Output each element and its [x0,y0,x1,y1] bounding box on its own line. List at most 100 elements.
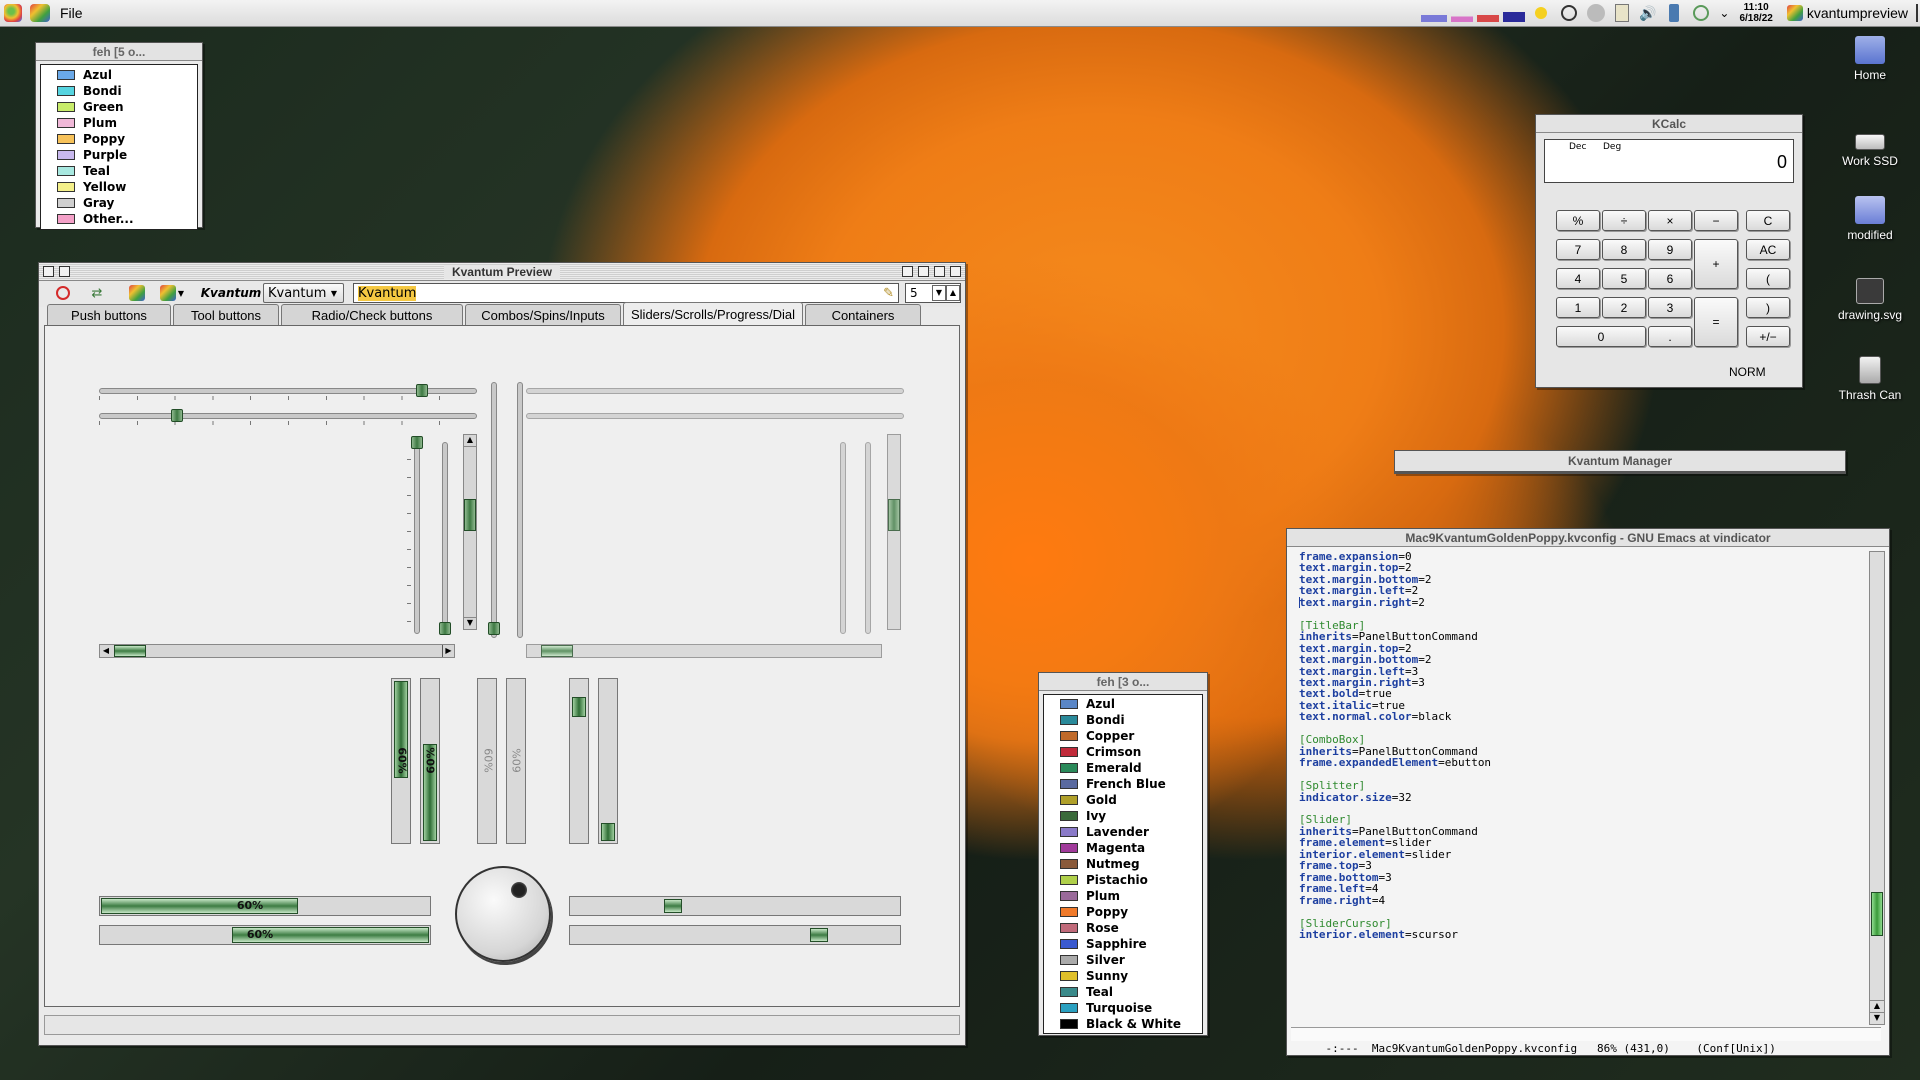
slider-v4-track[interactable] [517,382,523,638]
kvantum-manager-titlebar[interactable]: Kvantum Manager [1395,451,1845,473]
color-item-french-blue[interactable]: French Blue [1044,776,1202,792]
kcalc-key-b0[interactable]: 0 [1556,326,1646,347]
color-item-ivy[interactable]: Ivy [1044,808,1202,824]
color-item-rose[interactable]: Rose [1044,920,1202,936]
scroll-thumb-h-left[interactable] [114,645,146,657]
emacs-scrollbar[interactable]: ▲ ▼ [1869,551,1885,1025]
color-item-plum[interactable]: Plum [41,115,197,131]
kcalc-key-clear[interactable]: C [1746,210,1790,231]
apple-menu-icon[interactable] [4,4,22,22]
kcalc-titlebar[interactable]: KCalc [1536,115,1802,133]
kcalc-key-div[interactable]: ÷ [1602,210,1646,231]
color-item-other[interactable]: Other... [41,211,197,227]
scroll-right-arrow-icon[interactable]: ▶ [442,645,454,657]
color-item-poppy[interactable]: Poppy [41,131,197,147]
slider-v3-track[interactable] [491,382,497,638]
scroll-thumb-v-right[interactable] [888,499,900,531]
spin-box[interactable]: 5 ▼ ▲ [905,283,961,303]
color-item-nutmeg[interactable]: Nutmeg [1044,856,1202,872]
desktop-icon-home[interactable]: Home [1830,36,1910,82]
tab-radio-check-buttons[interactable]: Radio/Check buttons [281,304,463,326]
kcalc-key-b8[interactable]: 8 [1602,239,1646,260]
color-item-azul[interactable]: Azul [1044,696,1202,712]
collapse-box-icon[interactable] [59,266,70,277]
kcalc-key-b2[interactable]: 2 [1602,297,1646,318]
volume-icon[interactable]: 🔊 [1639,5,1659,21]
slider-v3-handle[interactable] [488,622,500,635]
scroll-thumb-h-right[interactable] [541,645,573,657]
chevron-down-icon[interactable]: ⌄ [1719,6,1729,20]
color-item-pistachio[interactable]: Pistachio [1044,872,1202,888]
desktop-icon-drawing[interactable]: drawing.svg [1830,278,1910,322]
kcalc-key-dot[interactable]: . [1648,326,1692,347]
weather-icon[interactable] [1535,7,1548,19]
close-box-icon[interactable] [43,266,54,277]
kcalc-key-b7[interactable]: 7 [1556,239,1600,260]
scroll-thumb-v-left[interactable] [464,499,476,531]
clock[interactable]: 11:10 6/18/22 [1739,2,1772,24]
color-item-crimson[interactable]: Crimson [1044,744,1202,760]
color-item-plum[interactable]: Plum [1044,888,1202,904]
color-item-green[interactable]: Green [41,99,197,115]
slider-v8-handle[interactable] [601,823,615,841]
slider-h6-handle[interactable] [810,928,828,942]
feh-large-titlebar[interactable]: feh [3 o... [1039,673,1207,691]
slider-h5-handle[interactable] [664,899,682,913]
color-item-bondi[interactable]: Bondi [1044,712,1202,728]
scroll-up-arrow-icon[interactable]: ▲ [1870,1000,1884,1012]
spin-down-icon[interactable]: ▼ [932,285,946,301]
scrollbar-h-left[interactable]: ◀ ▶ [99,644,455,658]
color-item-emerald[interactable]: Emerald [1044,760,1202,776]
kcalc-key-pct[interactable]: % [1556,210,1600,231]
kcalc-key-b5[interactable]: 5 [1602,268,1646,289]
slider-h6[interactable] [569,925,901,945]
kcalc-key-b1[interactable]: 1 [1556,297,1600,318]
pause-icon[interactable] [1561,5,1578,21]
feh-small-titlebar[interactable]: feh [5 o... [36,43,202,61]
theme-combo[interactable]: Kvantum ▼ [263,283,344,303]
color-item-magenta[interactable]: Magenta [1044,840,1202,856]
kcalc-key-add[interactable]: + [1694,239,1738,289]
color-item-turquoise[interactable]: Turquoise [1044,1000,1202,1016]
color-item-teal[interactable]: Teal [1044,984,1202,1000]
clipboard-icon[interactable] [1615,4,1630,22]
phone-icon[interactable] [1669,4,1680,22]
color-item-gray[interactable]: Gray [41,195,197,211]
close-right-box-icon[interactable] [950,266,961,277]
spin-up-icon[interactable]: ▲ [946,285,960,301]
slider-h5[interactable] [569,896,901,916]
kcalc-key-sign[interactable]: +/− [1746,326,1790,347]
scroll-down-arrow-icon[interactable]: ▼ [464,617,476,629]
dial[interactable] [455,866,551,962]
slider-v7[interactable] [569,678,589,844]
kcalc-key-lparen[interactable]: ( [1746,268,1790,289]
color-item-sunny[interactable]: Sunny [1044,968,1202,984]
kcalc-key-b3[interactable]: 3 [1648,297,1692,318]
color-item-lavender[interactable]: Lavender [1044,824,1202,840]
color-item-teal[interactable]: Teal [41,163,197,179]
color-item-bondi[interactable]: Bondi [41,83,197,99]
slider-v6-track[interactable] [865,442,871,634]
preview-titlebar[interactable]: Kvantum Preview [39,263,965,281]
color-item-purple[interactable]: Purple [41,147,197,163]
kvantum-logo-button[interactable] [127,282,147,304]
color-item-yellow[interactable]: Yellow [41,179,197,195]
kcalc-key-b4[interactable]: 4 [1556,268,1600,289]
kcalc-key-mul[interactable]: × [1648,210,1692,231]
color-item-poppy[interactable]: Poppy [1044,904,1202,920]
color-item-copper[interactable]: Copper [1044,728,1202,744]
slider-v8[interactable] [598,678,618,844]
file-menu[interactable]: File [60,5,83,21]
slider-h2-handle[interactable] [171,409,183,422]
sync-icon[interactable] [1587,4,1606,22]
tab-containers[interactable]: Containers [805,304,921,326]
scrollbar-v-right[interactable] [887,434,901,630]
slider-v2-track[interactable] [442,442,448,634]
kcalc-key-sub[interactable]: − [1694,210,1738,231]
quit-button[interactable] [53,282,73,304]
kcalc-key-allclear[interactable]: AC [1746,239,1790,260]
switch-button[interactable]: ⇄ [87,282,107,304]
zoom-box-icon[interactable] [934,266,945,277]
tab-combos-spins-inputs[interactable]: Combos/Spins/Inputs [465,304,621,326]
scrollbar-h-right[interactable] [526,644,882,658]
